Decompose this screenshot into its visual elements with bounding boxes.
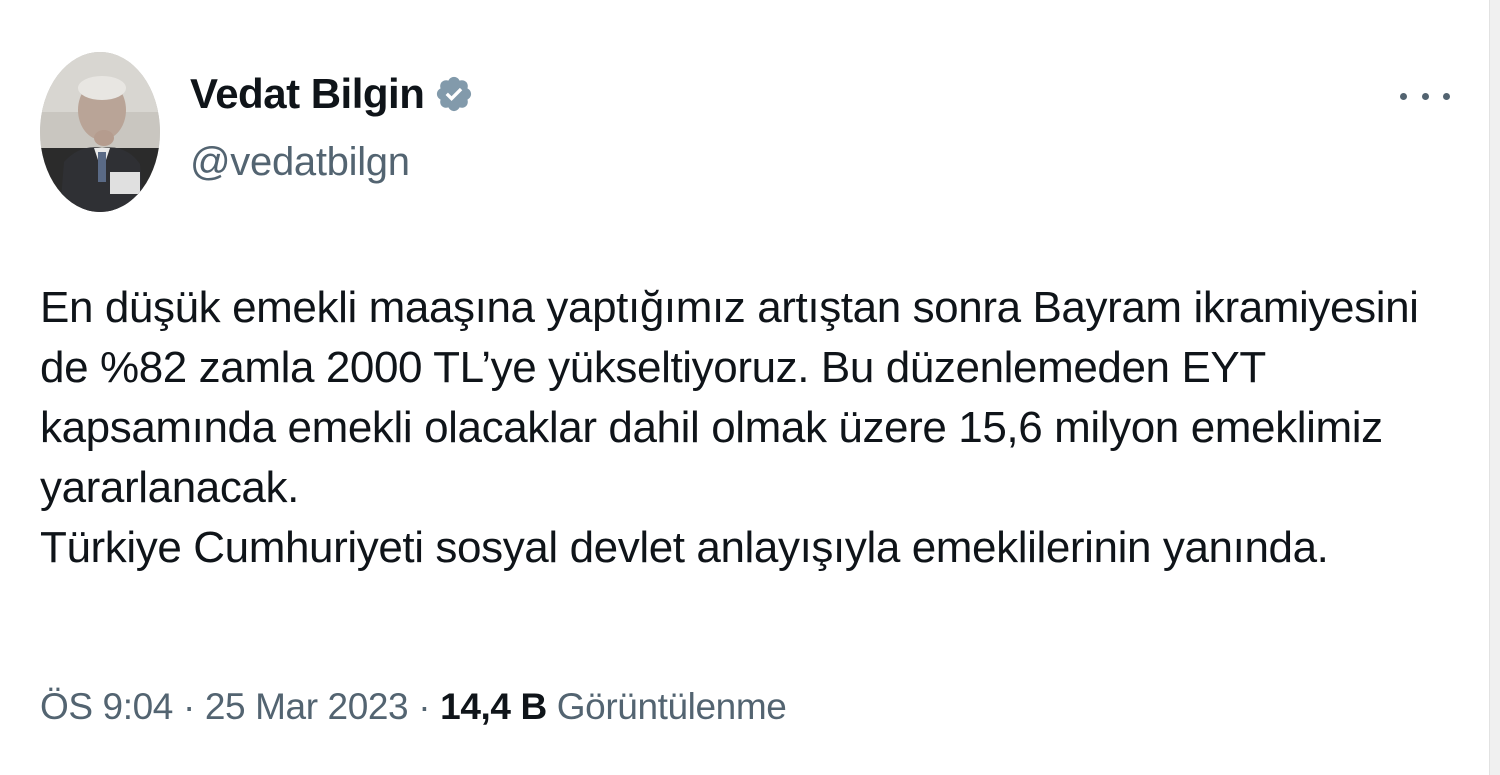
meta-separator: · — [182, 686, 195, 727]
more-options-icon — [1400, 92, 1407, 100]
avatar[interactable] — [40, 52, 160, 212]
author-name-row[interactable]: Vedat Bilgin — [190, 70, 474, 118]
avatar-photo — [40, 52, 160, 212]
more-options-icon-dot — [1421, 92, 1429, 100]
more-options-icon-dot — [1443, 92, 1450, 100]
tweet-paragraph: Türkiye Cumhuriyeti sosyal devlet anlayı… — [40, 523, 1329, 572]
tweet-card: Vedat Bilgin @vedatbilgn En düşük emekli… — [0, 0, 1500, 775]
more-options-button[interactable] — [1400, 78, 1450, 114]
tweet-time[interactable]: ÖS 9:04 — [40, 686, 173, 728]
author-name[interactable]: Vedat Bilgin — [190, 70, 425, 118]
author-handle[interactable]: @vedatbilgn — [190, 140, 410, 185]
tweet-meta: ÖS 9:04 · 25 Mar 2023 · 14,4 B Görüntüle… — [40, 686, 787, 728]
page-scrollbar[interactable] — [1489, 0, 1500, 775]
views-count[interactable]: 14,4 B — [440, 686, 547, 728]
tweet-date[interactable]: 25 Mar 2023 — [205, 686, 409, 728]
meta-separator: · — [418, 686, 431, 727]
verified-badge-icon[interactable] — [434, 74, 474, 114]
tweet-text: En düşük emekli maaşına yaptığımız artış… — [40, 278, 1460, 578]
tweet-paragraph: En düşük emekli maaşına yaptığımız artış… — [40, 283, 1431, 512]
views-label[interactable]: Görüntülenme — [557, 686, 787, 728]
